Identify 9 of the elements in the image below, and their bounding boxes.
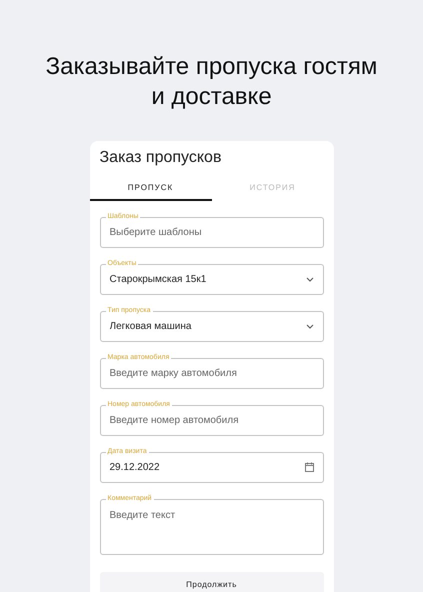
- continue-button[interactable]: Продолжить: [100, 572, 324, 592]
- chevron-down-icon: [306, 324, 314, 329]
- input-field[interactable]: Выберите шаблоны: [100, 217, 324, 248]
- headline: Заказывайте пропуска гостям и доставке: [44, 52, 378, 112]
- calendar-icon: [304, 462, 314, 472]
- select-field[interactable]: Старокрымская 15к1: [100, 264, 324, 295]
- card-title: Заказ пропусков: [100, 148, 222, 168]
- chevron-down-icon: [306, 277, 314, 282]
- tab[interactable]: ПРОПУСК: [90, 176, 212, 201]
